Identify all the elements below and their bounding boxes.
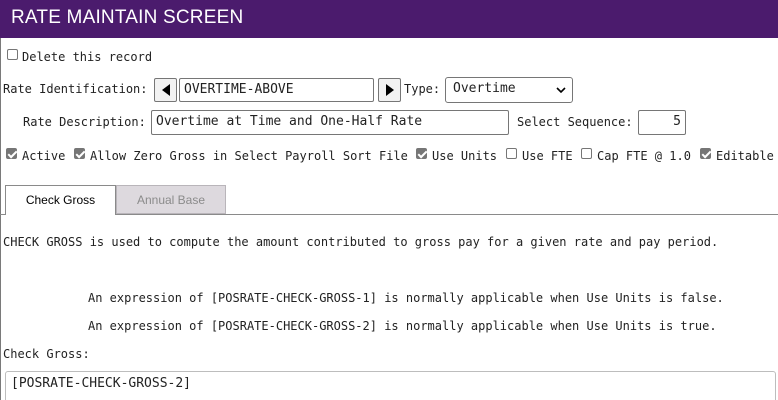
type-select-value: Overtime xyxy=(453,81,516,96)
rate-identification-label: Rate Identification: xyxy=(3,82,148,96)
use-fte-checkbox[interactable] xyxy=(506,148,517,159)
editable-checkbox[interactable] xyxy=(700,148,711,159)
select-sequence-input[interactable]: 5 xyxy=(638,110,686,135)
active-label: Active xyxy=(22,149,66,163)
check-gross-expression-textarea[interactable]: [POSRATE-CHECK-GROSS-2] xyxy=(5,371,776,400)
page-header: RATE MAINTAIN SCREEN xyxy=(0,0,778,38)
left-border xyxy=(0,38,1,400)
cap-fte-label: Cap FTE @ 1.0 xyxy=(597,149,691,163)
select-sequence-label: Select Sequence: xyxy=(517,115,633,129)
rate-description-label: Rate Description: xyxy=(23,115,146,129)
delete-record-checkbox[interactable] xyxy=(7,49,18,60)
delete-record-label: Delete this record xyxy=(22,50,153,64)
allow-zero-gross-checkbox[interactable] xyxy=(74,148,85,159)
expression-hint-2: An expression of [POSRATE-CHECK-GROSS-2]… xyxy=(88,319,717,333)
check-gross-description: CHECK GROSS is used to compute the amoun… xyxy=(3,235,719,249)
use-units-label: Use Units xyxy=(432,149,498,163)
previous-rate-button[interactable] xyxy=(154,78,177,102)
triangle-right-icon xyxy=(385,84,394,96)
cap-fte-checkbox[interactable] xyxy=(581,148,592,159)
rate-description-input[interactable]: Overtime at Time and One-Half Rate xyxy=(151,110,509,135)
next-rate-button[interactable] xyxy=(378,78,401,102)
use-fte-label: Use FTE xyxy=(522,149,573,163)
rate-identification-input[interactable]: OVERTIME-ABOVE xyxy=(179,78,374,102)
type-label: Type: xyxy=(404,82,441,96)
page-title: RATE MAINTAIN SCREEN xyxy=(11,7,244,28)
triangle-left-icon xyxy=(161,84,170,96)
check-gross-field-label: Check Gross: xyxy=(3,347,90,361)
tab-annual-base[interactable]: Annual Base xyxy=(116,185,226,214)
active-checkbox[interactable] xyxy=(6,148,17,159)
active-tab-gap xyxy=(6,214,115,215)
use-units-checkbox[interactable] xyxy=(416,148,427,159)
chevron-down-icon xyxy=(556,87,566,94)
tab-divider xyxy=(0,214,778,215)
allow-zero-gross-label: Allow Zero Gross in Select Payroll Sort … xyxy=(90,149,408,163)
editable-label: Editable xyxy=(716,149,774,163)
expression-hint-1: An expression of [POSRATE-CHECK-GROSS-1]… xyxy=(88,291,724,305)
type-select[interactable]: Overtime xyxy=(445,77,573,103)
tab-check-gross[interactable]: Check Gross xyxy=(5,185,116,215)
